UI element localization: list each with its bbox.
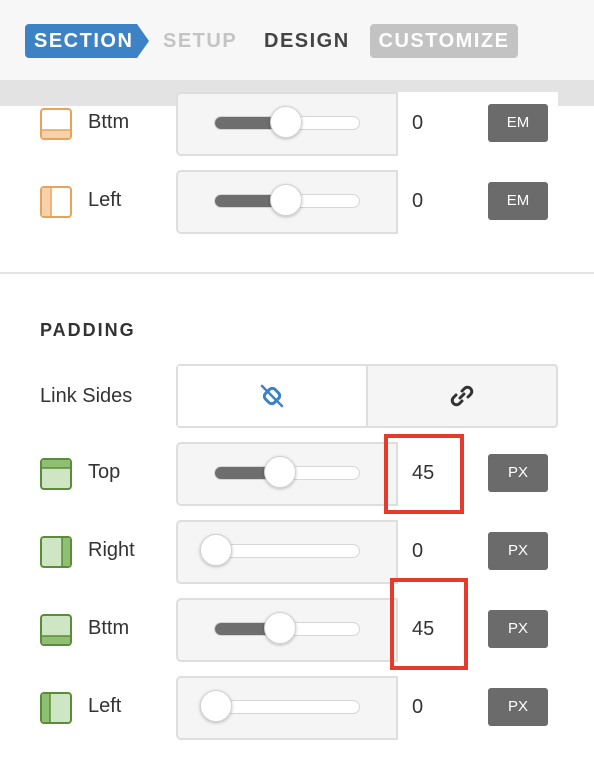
padding-right-control: 0 PX (176, 520, 558, 584)
padding-left-icon (40, 692, 72, 724)
link-option[interactable] (368, 366, 556, 426)
slider-knob[interactable] (270, 184, 302, 216)
tab-design[interactable]: DESIGN (264, 24, 350, 58)
section-divider (0, 272, 594, 274)
padding-top-icon (40, 458, 72, 490)
unit-button[interactable]: PX (488, 454, 548, 492)
padding-top-row: Top 45 PX (0, 442, 594, 506)
tab-setup[interactable]: SETUP (163, 24, 237, 58)
unit-button[interactable]: PX (488, 532, 548, 570)
slider-track[interactable] (214, 700, 360, 714)
padding-left-control: 0 PX (176, 676, 558, 740)
row-label: Bttm (88, 111, 130, 133)
padding-heading: PADDING (40, 320, 136, 340)
margin-bottom-row: Bttm 0 EM (0, 92, 594, 156)
value-text: 0 (412, 540, 424, 562)
wizard-nav: SECTION SETUP DESIGN CUSTOMIZE (0, 0, 594, 80)
padding-top-control: 45 PX (176, 442, 558, 506)
margin-left-control: 0 EM (176, 170, 558, 234)
padding-left-row: Left 0 PX (0, 676, 594, 740)
value-input[interactable]: 0 PX (396, 676, 558, 740)
highlight-box-top (384, 434, 464, 514)
row-label: Bttm (88, 617, 130, 639)
unit-button[interactable]: EM (488, 104, 548, 142)
padding-bottom-icon (40, 614, 72, 646)
margin-bottom-control: 0 EM (176, 92, 558, 156)
border-bottom-icon (40, 108, 72, 140)
highlight-box-bottom (390, 578, 468, 670)
unlink-option[interactable] (178, 366, 368, 426)
row-label: Left (88, 695, 122, 717)
padding-bottom-control: 45 PX (176, 598, 558, 662)
padding-right-row: Right 0 PX (0, 520, 594, 584)
value-text: 0 (412, 190, 424, 212)
row-label: Right (88, 539, 135, 561)
link-sides-label: Link Sides (40, 385, 133, 407)
unit-button[interactable]: EM (488, 182, 548, 220)
value-input[interactable]: 0 PX (396, 520, 558, 584)
link-sides-toggle (176, 364, 558, 428)
unit-button[interactable]: PX (488, 610, 548, 648)
value-text: 0 (412, 112, 424, 134)
tab-customize[interactable]: CUSTOMIZE (370, 24, 518, 58)
unit-button[interactable]: PX (488, 688, 548, 726)
link-icon (450, 385, 474, 407)
padding-right-icon (40, 536, 72, 568)
value-input[interactable]: 0 EM (396, 92, 558, 156)
margin-left-row: Left 0 EM (0, 170, 594, 234)
slider-knob[interactable] (200, 690, 232, 722)
slider-knob[interactable] (264, 612, 296, 644)
tab-section[interactable]: SECTION (25, 24, 149, 58)
value-text: 0 (412, 696, 424, 718)
row-label: Left (88, 189, 122, 211)
slider-track[interactable] (214, 544, 360, 558)
slider-knob[interactable] (264, 456, 296, 488)
border-left-icon (40, 186, 72, 218)
slider-knob[interactable] (270, 106, 302, 138)
value-input[interactable]: 0 EM (396, 170, 558, 234)
unlink-icon (260, 384, 284, 408)
slider-knob[interactable] (200, 534, 232, 566)
padding-bottom-row: Bttm 45 PX (0, 598, 594, 662)
row-label: Top (88, 461, 121, 483)
